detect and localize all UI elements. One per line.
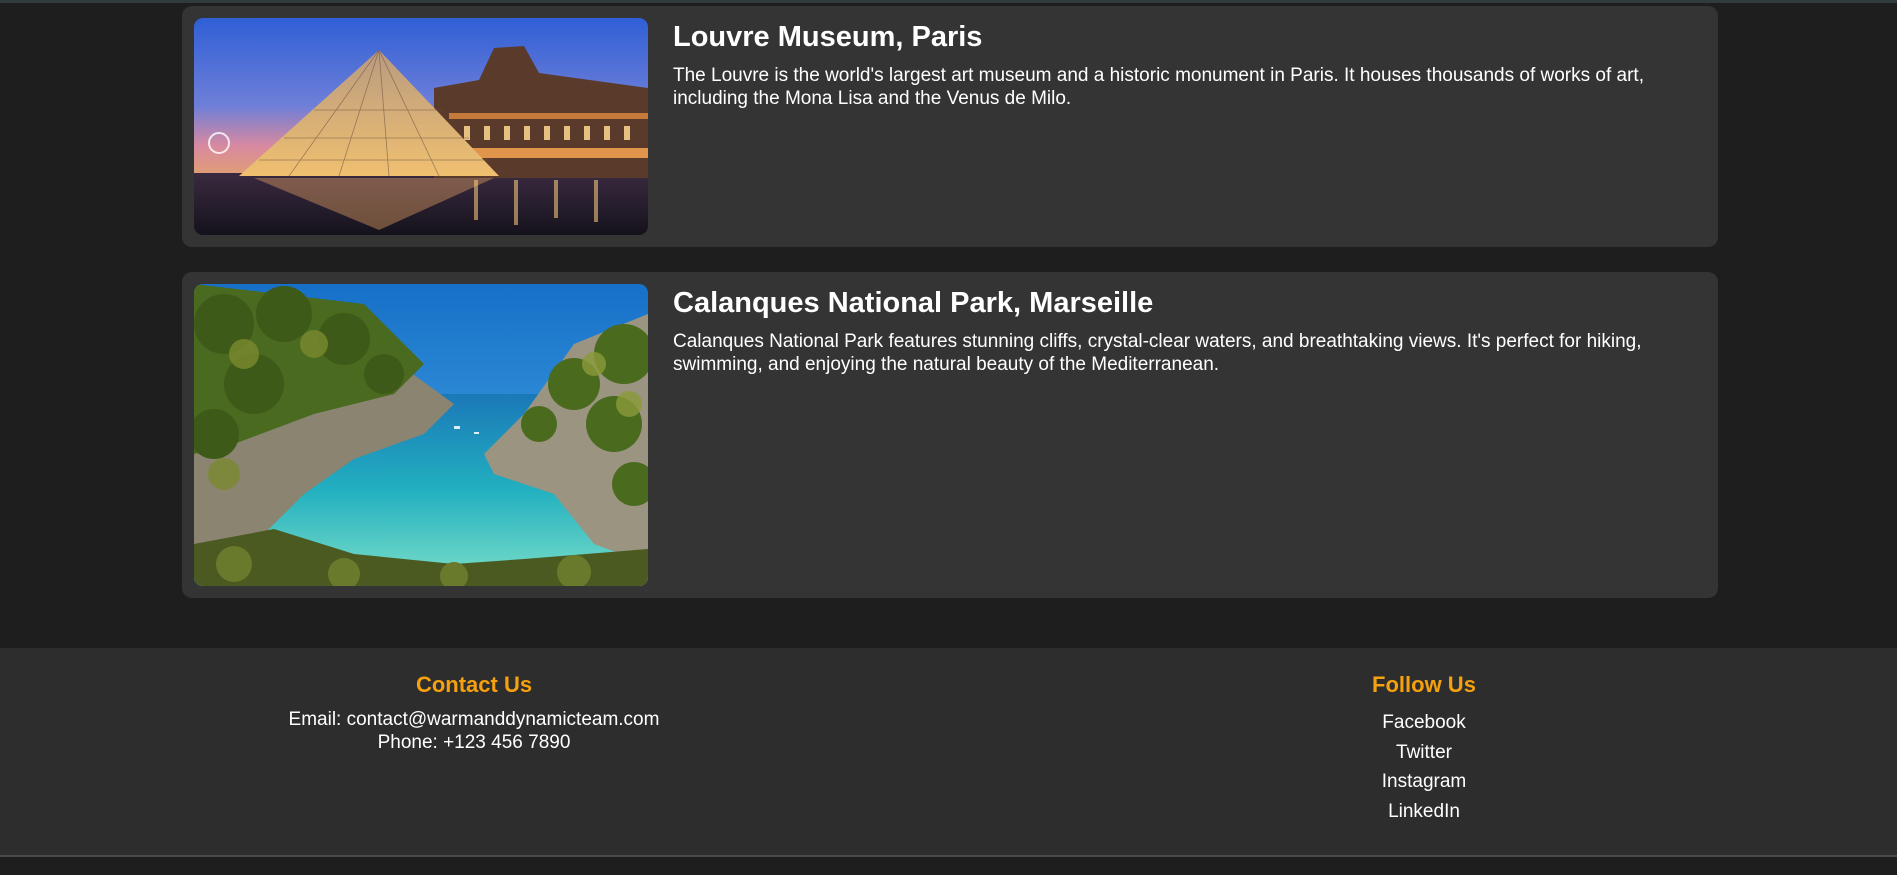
follow-section: Follow Us Facebook Twitter Instagram Lin… <box>1124 670 1724 826</box>
instagram-link[interactable]: Instagram <box>1124 767 1724 797</box>
footer-divider <box>0 855 1897 857</box>
top-divider <box>0 0 1897 3</box>
card-title: Louvre Museum, Paris <box>673 21 983 53</box>
calanques-photo <box>194 284 648 586</box>
contact-email: Email: contact@warmanddynamicteam.com <box>288 709 660 730</box>
destination-card-louvre: Louvre Museum, Paris The Louvre is the w… <box>182 6 1718 247</box>
site-footer: Contact Us Email: contact@warmanddynamic… <box>0 648 1897 855</box>
destination-card-calanques: Calanques National Park, Marseille Calan… <box>182 272 1718 598</box>
card-description: The Louvre is the world's largest art mu… <box>673 65 1644 109</box>
linkedin-link[interactable]: LinkedIn <box>1124 797 1724 827</box>
contact-heading: Contact Us <box>415 672 533 697</box>
follow-heading: Follow Us <box>1372 672 1476 697</box>
card-title: Calanques National Park, Marseille <box>673 287 1154 319</box>
contact-phone: Phone: +123 456 7890 <box>377 732 571 753</box>
facebook-link[interactable]: Facebook <box>1124 708 1724 738</box>
card-description: Calanques National Park features stunnin… <box>673 331 1642 375</box>
contact-section: Contact Us Email: contact@warmanddynamic… <box>174 670 774 754</box>
twitter-link[interactable]: Twitter <box>1124 738 1724 768</box>
louvre-photo <box>194 18 648 235</box>
